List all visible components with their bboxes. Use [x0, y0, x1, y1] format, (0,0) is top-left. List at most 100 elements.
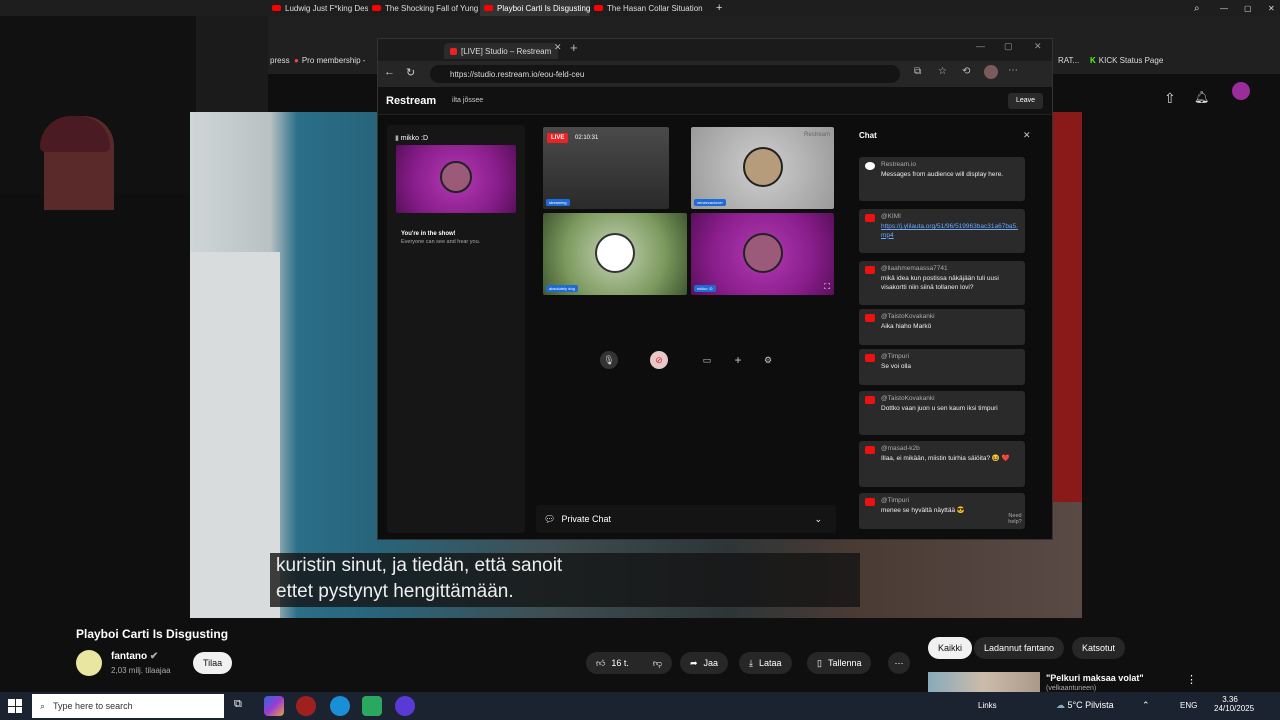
add-button[interactable]: + [729, 351, 747, 369]
taskbar-search[interactable]: ⌕ Type here to search [32, 694, 224, 718]
download-icon: ⤓ [749, 657, 753, 668]
reload-icon[interactable]: ↻ [406, 66, 415, 79]
filter-uploaded[interactable]: Ladannut fantano [974, 637, 1065, 659]
profile-avatar[interactable] [984, 65, 998, 79]
subscribe-button[interactable]: Tilaa [193, 652, 233, 674]
download-button[interactable]: ⤓ Lataa [739, 652, 792, 674]
weather-widget[interactable]: ☁ 5°C Pilvista [1056, 700, 1114, 711]
chat-link[interactable]: https://j.ylilauta.org/51/96/519963bac31… [881, 223, 1018, 239]
close-window-icon[interactable]: ✕ [1264, 0, 1278, 16]
back-icon[interactable]: ← [384, 66, 395, 78]
tab-title: [LIVE] Studio – Restream [461, 46, 552, 56]
youtube-icon [865, 498, 875, 506]
tab-label: The Hasan Collar Situation [607, 3, 703, 13]
close-tab-icon[interactable]: ✕ [554, 42, 562, 53]
youtube-icon [865, 446, 875, 454]
chat-message: Restream.io Messages from audience will d… [859, 157, 1025, 201]
upload-icon[interactable]: ⇧ [1164, 90, 1176, 107]
app-icon[interactable] [362, 696, 382, 716]
more-icon[interactable]: ⋯ [1008, 65, 1018, 76]
windows-start-icon[interactable] [8, 699, 22, 713]
more-actions-icon[interactable]: ⋯ [888, 652, 910, 674]
tab-yung[interactable]: The Shocking Fall of Yung [368, 0, 480, 16]
links-toolbar[interactable]: Links [978, 701, 997, 710]
filter-watched[interactable]: Katsotut [1072, 637, 1126, 659]
channel-avatar[interactable] [76, 650, 102, 676]
recommended-thumbnail[interactable] [928, 672, 1040, 692]
stream-timer: 02:10:31 [575, 135, 599, 141]
url-field[interactable]: https://studio.restream.io/eou-feld-ceu [430, 65, 900, 83]
channel-name-row[interactable]: fantano ✔ [111, 651, 158, 662]
search-icon: ⌕ [40, 700, 46, 711]
chat-user: @TaistoKovakanki [881, 313, 935, 320]
chat-text: Messages from audience will display here… [881, 171, 1004, 178]
stage-tile-mikko[interactable]: mikko :D ⛶ [691, 213, 834, 295]
in-show-title: You're in the show! [401, 231, 456, 237]
need-help-button[interactable]: Need help? [1001, 513, 1029, 525]
stage-tile-guest[interactable]: Restream veneezaclover [691, 127, 834, 209]
settings-gear-icon[interactable]: ⚙ [759, 351, 777, 369]
share-button[interactable]: ➦ Jaa [680, 652, 729, 674]
bookmark-rat[interactable]: RAT... [1058, 56, 1079, 65]
restream-tab[interactable]: [LIVE] Studio – Restream [444, 43, 558, 59]
stage-tile-streamer[interactable]: LIVE 02:10:31 streaming [543, 127, 669, 209]
history-icon[interactable]: ⟲ [962, 66, 970, 77]
chat-user: @TaistoKovakanki [881, 395, 935, 402]
studio-name: ilta jõssee [452, 97, 484, 104]
tab-playboi[interactable]: Playboi Carti Is Disgusting [480, 0, 590, 16]
extensions-icon[interactable]: ⧉ [914, 66, 921, 77]
fullscreen-icon[interactable]: ⛶ [824, 282, 830, 292]
chat-user: @llaahmemaassa7741 [881, 265, 948, 272]
save-button[interactable]: ▯ Tallenna [807, 652, 872, 674]
new-tab-icon[interactable]: + [570, 40, 578, 55]
close-icon[interactable]: ✕ [1034, 41, 1042, 52]
language-indicator[interactable]: ENG [1180, 701, 1197, 710]
self-name-row: ▮ mikko :D [395, 134, 428, 142]
filter-all[interactable]: Kaikki [928, 637, 973, 659]
bookmark-membership[interactable]: ● Pro membership - [294, 56, 365, 65]
name-tag: veneezaclover [694, 199, 726, 206]
recommended-title[interactable]: "Pelkuri maksaa volat" [1046, 673, 1144, 683]
like-count[interactable]: 16 t. [611, 658, 629, 668]
chat-message: @KIMI https://j.ylilauta.org/51/96/519963… [859, 209, 1025, 253]
new-tab-plus-icon[interactable]: + [712, 0, 726, 16]
opera-icon[interactable] [296, 696, 316, 716]
video-title: Playboi Carti Is Disgusting [76, 627, 229, 641]
bookmark-kick[interactable]: K KICK Status Page [1090, 56, 1163, 65]
copilot-icon[interactable] [264, 696, 284, 716]
favorites-icon[interactable]: ☆ [938, 66, 947, 77]
kebab-menu-icon[interactable]: ⋮ [1186, 673, 1197, 686]
minimize-icon[interactable]: — [1216, 0, 1230, 16]
clock[interactable]: 3.36 24/10/2025 [1214, 695, 1254, 713]
youtube-icon [372, 5, 381, 11]
leave-button[interactable]: Leave [1008, 93, 1044, 109]
obs-icon[interactable] [395, 696, 415, 716]
edge-icon[interactable] [330, 696, 350, 716]
camera-off-button[interactable]: ⊘ [650, 351, 668, 369]
mic-button[interactable]: 🎙︎ [600, 351, 618, 369]
search-icon[interactable]: ⌕ [1190, 0, 1204, 16]
minimize-icon[interactable]: — [976, 41, 985, 51]
chat-panel: Chat ✕ Restream.io Messages from audience… [851, 125, 1031, 533]
task-view-icon[interactable]: ⧉ [234, 698, 242, 711]
chat-text: Se voi olla [881, 363, 911, 370]
share-screen-button[interactable]: ▭ [698, 351, 716, 369]
bookmark-press[interactable]: press [270, 56, 290, 65]
tab-hasan[interactable]: The Hasan Collar Situation [590, 0, 710, 16]
name-tag: mikko :D [694, 285, 716, 292]
chevron-up-icon[interactable]: ⌃ [1142, 700, 1150, 711]
youtube-icon [865, 314, 875, 322]
maximize-icon[interactable]: ▢ [1240, 0, 1254, 16]
like-icon[interactable]: 👍︎ [596, 658, 605, 669]
bell-icon[interactable]: 🔔︎ [1194, 90, 1209, 104]
chat-text: Dottko vaan juon u sen kaum iksi timpuri [881, 405, 998, 412]
tab-ludwig[interactable]: Ludwig Just F*king Destr [268, 0, 368, 16]
private-chat-bar[interactable]: 💬︎ Private Chat ⌄ [536, 505, 836, 533]
dislike-icon[interactable]: 👎︎ [653, 658, 662, 669]
stage-tile-dog[interactable]: absolutely dog [543, 213, 687, 295]
close-chat-icon[interactable]: ✕ [1023, 130, 1031, 141]
self-name: mikko :D [400, 135, 429, 142]
dog-avatar [595, 233, 635, 273]
maximize-icon[interactable]: ▢ [1004, 41, 1013, 52]
avatar[interactable] [1232, 82, 1250, 100]
